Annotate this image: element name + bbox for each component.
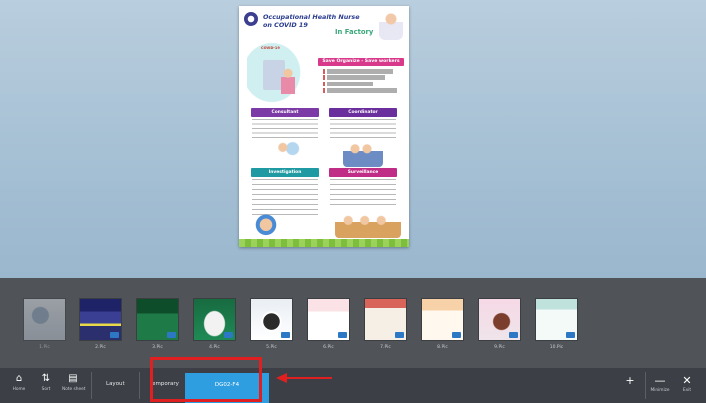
annotation-arrow-icon [276,373,287,383]
exit-button[interactable]: ✕ Exit [677,374,697,394]
minimize-button[interactable]: — Minimize [650,374,670,394]
thumbnail-label: 7.Pic [380,345,391,350]
poster-title: Occupational Health Nurse on COVID 19 [263,13,360,29]
home-icon: ⌂ [15,373,23,384]
plus-icon: + [625,374,635,387]
consultant-text [252,119,318,139]
thumbnail-9[interactable] [479,299,520,340]
divider [139,372,140,399]
divider [645,372,646,399]
sort-icon: ⇅ [41,373,51,384]
annotation-arrow-line [286,377,332,379]
nurse-illustration [379,10,403,40]
divider [91,372,92,399]
ribbon-bullets [323,69,403,93]
note-icon: ▤ [68,373,78,384]
thumbnail-10[interactable] [536,299,577,340]
thumbnail-strip: 1.Pic 2.Pic 3.Pic 4.Pic 5.Pic 6.Pic 7.Pi… [0,278,706,368]
layout-button[interactable]: Layout [106,381,125,387]
investigation-illustration [253,214,279,238]
surveillance-text [330,179,396,207]
consultant-illustration [273,139,301,163]
poster-subtitle: In Factory [335,28,374,36]
thumbnail-label: 2.Pic [95,345,106,350]
thumbnail-label: 10.Pic [549,345,564,350]
annotation-highlight-box [150,357,262,402]
surveillance-box: Surveillance [329,168,397,177]
thumbnail-label: 8.Pic [437,345,448,350]
logo-icon [244,12,258,26]
poster-preview[interactable]: Occupational Health Nurse on COVID 19 In… [239,6,409,247]
coordinator-illustration [343,139,383,167]
add-button[interactable]: + [620,375,640,387]
covid-label: COVID-19 [261,46,280,50]
investigation-box: Investigation [251,168,319,177]
preview-area: Occupational Health Nurse on COVID 19 In… [0,0,706,278]
close-icon: ✕ [682,374,692,387]
poster-footer [239,239,409,247]
investigation-text [252,179,318,215]
thumbnail-label: 9.Pic [494,345,505,350]
thumbnail-4[interactable] [194,299,235,340]
thumbnail-8[interactable] [422,299,463,340]
thumbnail-label: 6.Pic [323,345,334,350]
minimize-icon: — [654,374,666,387]
coordinator-text [330,119,396,139]
sort-button[interactable]: ⇅ Sort [35,373,57,392]
thumbnail-5[interactable] [251,299,292,340]
thumbnail-3[interactable] [137,299,178,340]
home-button[interactable]: ⌂ Home [8,373,30,392]
thumbnail-2[interactable] [80,299,121,340]
thumbnail-7[interactable] [365,299,406,340]
thumbnail-6[interactable] [308,299,349,340]
thumbnail-1[interactable] [24,299,65,340]
poster-ribbon: Save Organize - Save workers [318,58,404,66]
thumbnail-label: 1.Pic [39,345,50,350]
worker-figure [281,68,295,94]
consultant-box: Consultant [251,108,319,117]
thumbnail-label: 5.Pic [266,345,277,350]
coordinator-box: Coordinator [329,108,397,117]
thumbnail-label: 4.Pic [209,345,220,350]
note-sheet-button[interactable]: ▤ Note sheet [62,373,85,392]
surveillance-illustration [335,206,401,238]
bottom-toolbar: ⌂ Home ⇅ Sort ▤ Note sheet Layout tempor… [0,368,706,403]
thumbnail-label: 3.Pic [152,345,163,350]
